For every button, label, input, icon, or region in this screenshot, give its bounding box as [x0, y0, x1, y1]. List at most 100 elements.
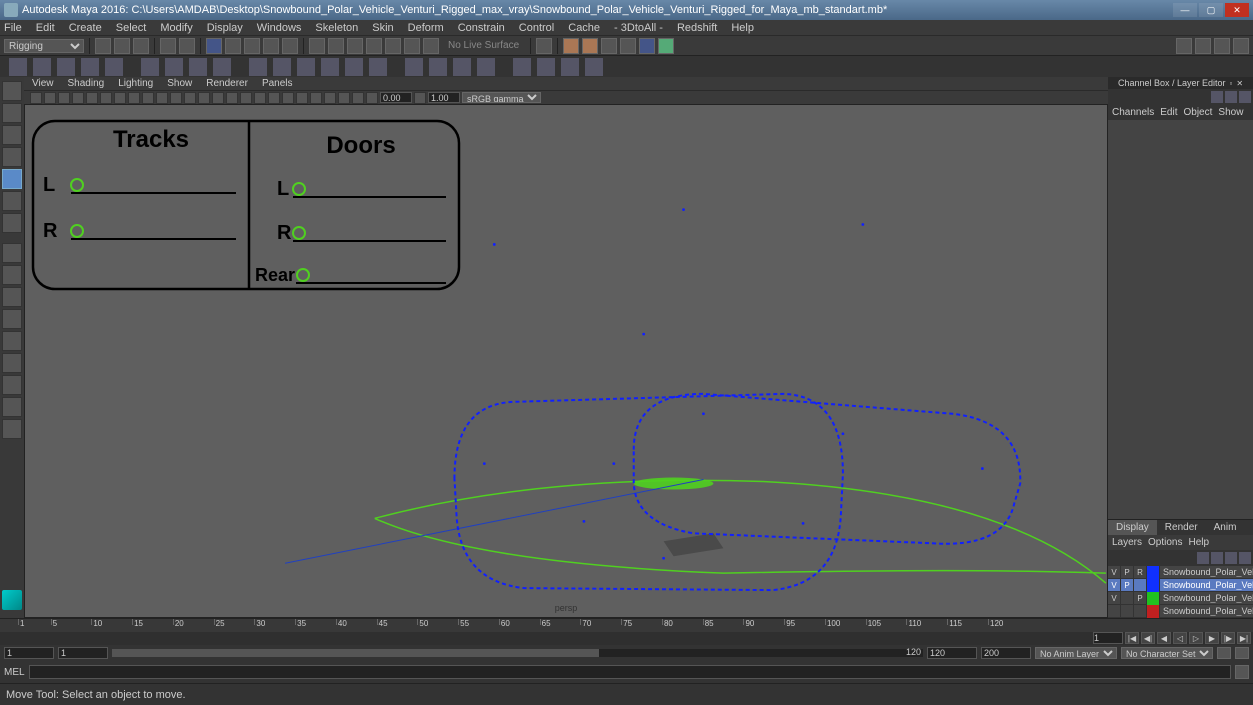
layer-down-icon[interactable]	[1225, 552, 1237, 564]
render-settings-icon[interactable]	[601, 38, 617, 54]
shelf-tool-19[interactable]	[476, 57, 496, 77]
shelf-tool-4[interactable]	[80, 57, 100, 77]
shelf-tool-14[interactable]	[344, 57, 364, 77]
vp-bookmark-icon[interactable]	[44, 92, 56, 104]
vp-xray-joints-icon[interactable]	[352, 92, 364, 104]
vpmenu-lighting[interactable]: Lighting	[118, 78, 153, 89]
go-start-button[interactable]: |◀	[1125, 632, 1139, 644]
menu-skin[interactable]: Skin	[372, 22, 393, 34]
layer-tab-anim[interactable]: Anim	[1206, 520, 1245, 535]
vp-grid-icon[interactable]	[100, 92, 112, 104]
layer-tab-render[interactable]: Render	[1157, 520, 1206, 535]
autokey-icon[interactable]	[1217, 647, 1231, 659]
layer-row[interactable]: VPRSnowbound_Polar_Vehicle_V	[1108, 566, 1253, 579]
play-fwd-button[interactable]: ▷	[1189, 632, 1203, 644]
channel-icon-2[interactable]	[1225, 91, 1237, 103]
minimize-button[interactable]: —	[1173, 3, 1197, 17]
prefs-icon[interactable]	[1235, 647, 1249, 659]
new-scene-icon[interactable]	[95, 38, 111, 54]
snap-curve-icon[interactable]	[328, 38, 344, 54]
vp-isolate-icon[interactable]	[324, 92, 336, 104]
menu-file[interactable]: File	[4, 22, 22, 34]
vp-field-chart-icon[interactable]	[156, 92, 168, 104]
vpmenu-view[interactable]: View	[32, 78, 54, 89]
script-editor-icon[interactable]	[1235, 665, 1249, 679]
shelf-tool-6[interactable]	[140, 57, 160, 77]
panel-undock-icon[interactable]: ▫	[1230, 79, 1233, 88]
toggle-3-icon[interactable]	[1214, 38, 1230, 54]
prev-key-button[interactable]: ◀|	[1141, 632, 1155, 644]
hud-tracks-r-handle[interactable]	[71, 225, 83, 237]
shelf-tool-1[interactable]	[8, 57, 28, 77]
menu-windows[interactable]: Windows	[257, 22, 302, 34]
undo-icon[interactable]	[160, 38, 176, 54]
shelf-tool-12[interactable]	[296, 57, 316, 77]
shelf-tool-10[interactable]	[248, 57, 268, 77]
layout-outliner[interactable]	[2, 353, 22, 373]
vp-xray-icon[interactable]	[338, 92, 350, 104]
make-live-icon[interactable]	[423, 38, 439, 54]
time-track[interactable]: |◀ ◀| ◀ ◁ ▷ ▶ |▶ ▶|	[0, 632, 1253, 645]
vp-camera-icon[interactable]	[30, 92, 42, 104]
layer-vis-toggle[interactable]: V	[1108, 579, 1121, 592]
vpmenu-panels[interactable]: Panels	[262, 78, 293, 89]
layer-color-swatch[interactable]	[1147, 605, 1160, 618]
char-set-select[interactable]: No Character Set	[1121, 647, 1213, 659]
layer-menu-layers[interactable]: Layers	[1112, 537, 1142, 548]
close-button[interactable]: ✕	[1225, 3, 1249, 17]
shelf-tool-18[interactable]	[452, 57, 472, 77]
layer-new-icon[interactable]	[1197, 552, 1209, 564]
shelf-tool-23[interactable]	[584, 57, 604, 77]
current-frame-input[interactable]	[1093, 632, 1123, 644]
open-scene-icon[interactable]	[114, 38, 130, 54]
layout-graph[interactable]	[2, 375, 22, 395]
step-back-button[interactable]: ◀	[1157, 632, 1171, 644]
shelf-tool-15[interactable]	[368, 57, 388, 77]
ipr-render-icon[interactable]	[582, 38, 598, 54]
snap-grid-icon[interactable]	[309, 38, 325, 54]
anim-layer-select[interactable]: No Anim Layer	[1035, 647, 1117, 659]
layer-ref-toggle[interactable]: R	[1134, 566, 1147, 579]
render-frame-icon[interactable]	[563, 38, 579, 54]
vp-2d-pan-icon[interactable]	[72, 92, 84, 104]
shelf-tool-3[interactable]	[56, 57, 76, 77]
playblast-icon[interactable]	[658, 38, 674, 54]
shelf-tool-20[interactable]	[512, 57, 532, 77]
vpmenu-show[interactable]: Show	[167, 78, 192, 89]
viewport-persp[interactable]: Tracks Doors L R L R Rear	[24, 104, 1108, 618]
layer-menu-options[interactable]: Options	[1148, 537, 1182, 548]
channel-menu-show[interactable]: Show	[1218, 107, 1243, 118]
range-start-input[interactable]	[4, 647, 54, 659]
hud-doors-r-handle[interactable]	[293, 227, 305, 239]
vp-aa-icon[interactable]	[296, 92, 308, 104]
play-back-button[interactable]: ◁	[1173, 632, 1187, 644]
toggle-2-icon[interactable]	[1195, 38, 1211, 54]
layer-vis-toggle[interactable]: V	[1108, 566, 1121, 579]
vp-grease-icon[interactable]	[86, 92, 98, 104]
go-end-button[interactable]: ▶|	[1237, 632, 1251, 644]
hypershade-icon[interactable]	[620, 38, 636, 54]
vp-wireframe-icon[interactable]	[198, 92, 210, 104]
menu-modify[interactable]: Modify	[160, 22, 192, 34]
layer-row[interactable]: VPSnowbound_Polar_Vehicl	[1108, 579, 1253, 592]
select-mode-icon[interactable]	[206, 38, 222, 54]
vp-lights-icon[interactable]	[240, 92, 252, 104]
vp-shadows-icon[interactable]	[254, 92, 266, 104]
layer-color-swatch[interactable]	[1147, 579, 1160, 592]
scale-tool[interactable]	[2, 169, 22, 189]
menu-deform[interactable]: Deform	[408, 22, 444, 34]
select-all-icon[interactable]	[263, 38, 279, 54]
vp-exposure-input[interactable]	[380, 92, 412, 103]
vp-colorspace-select[interactable]: sRGB gamma	[462, 92, 541, 103]
shelf-tool-5[interactable]	[104, 57, 124, 77]
vp-textured-icon[interactable]	[226, 92, 238, 104]
layer-vis-toggle[interactable]: V	[1108, 592, 1121, 605]
layer-color-swatch[interactable]	[1147, 566, 1160, 579]
vp-dof-icon[interactable]	[310, 92, 322, 104]
shelf-tool-17[interactable]	[428, 57, 448, 77]
render-view-icon[interactable]	[639, 38, 655, 54]
channel-menu-channels[interactable]: Channels	[1112, 107, 1154, 118]
layout-two-v[interactable]	[2, 309, 22, 329]
menu-control[interactable]: Control	[519, 22, 554, 34]
layout-three[interactable]	[2, 331, 22, 351]
